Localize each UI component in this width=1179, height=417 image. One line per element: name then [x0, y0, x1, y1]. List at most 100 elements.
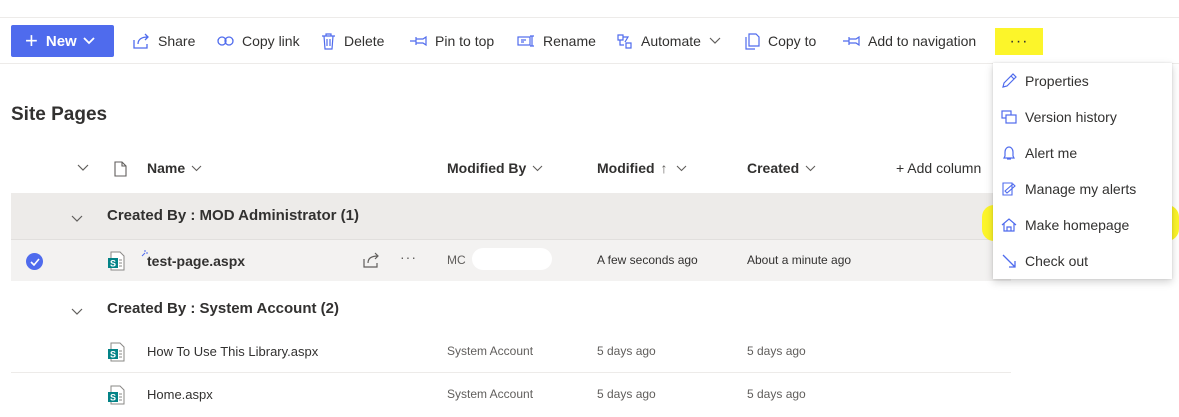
menu-item-label: Alert me [1025, 145, 1078, 161]
group-label: Created By : System Account (2) [107, 300, 340, 317]
column-modified[interactable]: Modified ↑ [597, 160, 687, 176]
column-created-label: Created [747, 160, 800, 176]
pencil-icon [1002, 73, 1017, 88]
add-column-label: + Add column [896, 160, 982, 176]
modified-cell: A few seconds ago [597, 253, 698, 267]
modified-by-cell: MC [447, 253, 466, 267]
link-icon [217, 36, 234, 46]
share-button[interactable]: Share [133, 25, 195, 57]
table-row[interactable]: S How To Use This Library.aspx System Ac… [11, 331, 1011, 373]
share-icon [133, 33, 149, 49]
delete-label: Delete [344, 33, 385, 49]
plus-icon: + [25, 28, 38, 53]
rename-icon [517, 35, 534, 47]
sharepoint-page-icon: S [107, 251, 125, 276]
rename-label: Rename [543, 33, 596, 49]
created-cell: 5 days ago [747, 387, 806, 401]
pin-icon [410, 35, 427, 47]
sharepoint-page-icon: S [107, 342, 125, 367]
share-icon[interactable] [363, 252, 380, 273]
copy-to-button[interactable]: Copy to [745, 25, 816, 57]
chevron-down-icon [532, 165, 543, 171]
menu-item-label: Check out [1025, 253, 1089, 269]
file-name-link[interactable]: test-page.aspx [147, 253, 245, 269]
more-options-button[interactable]: ··· [995, 28, 1043, 55]
add-to-navigation-button[interactable]: Add to navigation [842, 25, 976, 57]
page-title: Site Pages [11, 104, 108, 125]
svg-text:S: S [110, 393, 116, 403]
command-bar: + New Share Copy link Delete Pin to top … [0, 18, 1179, 64]
manage-alerts-icon [1002, 182, 1016, 196]
sort-ascending-icon: ↑ [660, 160, 668, 176]
copy-to-label: Copy to [768, 33, 817, 49]
trash-icon [322, 32, 335, 50]
svg-text:S: S [110, 259, 116, 269]
delete-button[interactable]: Delete [321, 25, 384, 57]
column-name-label: Name [147, 160, 186, 176]
menu-item-properties[interactable]: Properties [993, 63, 1172, 99]
chevron-down-icon [77, 164, 89, 171]
chevron-down-icon [709, 37, 721, 44]
share-label: Share [158, 33, 196, 49]
home-icon [1001, 218, 1017, 232]
more-icon: ··· [1009, 32, 1029, 50]
collapse-all-toggle[interactable] [71, 164, 89, 172]
menu-item-version-history[interactable]: Version history [993, 99, 1172, 135]
sharepoint-page-icon: S [107, 385, 125, 410]
bell-icon [1003, 146, 1015, 160]
column-modified-label: Modified [597, 160, 655, 176]
copy-icon [745, 32, 760, 50]
column-header-row: Name Modified By Modified ↑ Created + Ad… [11, 148, 1011, 190]
chevron-down-icon [71, 210, 83, 228]
modified-cell: 5 days ago [597, 344, 656, 358]
chevron-down-icon [676, 165, 686, 171]
copy-link-label: Copy link [242, 33, 300, 49]
chevron-down-icon [191, 165, 202, 171]
more-options-menu: Properties Version history Alert me Mana… [993, 63, 1172, 279]
flow-icon [617, 33, 632, 49]
pin-icon [843, 35, 860, 47]
column-modified-by-label: Modified By [447, 160, 527, 176]
pin-to-top-button[interactable]: Pin to top [409, 25, 494, 57]
modified-by-cell: System Account [447, 387, 534, 401]
group-label: Created By : MOD Administrator (1) [107, 207, 359, 224]
new-button[interactable]: + New [11, 25, 114, 57]
menu-item-manage-my-alerts[interactable]: Manage my alerts [993, 171, 1172, 207]
checkout-icon [1002, 254, 1016, 268]
table-row[interactable]: S test-page.aspx ··· MC or A few seconds… [11, 239, 1011, 281]
rename-button[interactable]: Rename [517, 25, 596, 57]
svg-text:S: S [110, 350, 116, 360]
file-type-column[interactable] [108, 161, 127, 177]
menu-item-check-out[interactable]: Check out [993, 243, 1172, 279]
file-name-link[interactable]: Home.aspx [147, 387, 213, 402]
checkmark-icon[interactable] [26, 253, 43, 270]
row-more-icon[interactable]: ··· [400, 249, 417, 265]
add-column-button[interactable]: + Add column [896, 160, 981, 176]
automate-button[interactable]: Automate [616, 25, 721, 57]
group-header[interactable]: Created By : System Account (2) [11, 286, 1011, 332]
copy-link-button[interactable]: Copy link [217, 25, 300, 57]
chevron-down-icon [71, 303, 83, 321]
menu-item-label: Version history [1025, 109, 1117, 125]
group-header[interactable]: Created By : MOD Administrator (1) [11, 193, 1011, 239]
table-row[interactable]: S Home.aspx System Account 5 days ago 5 … [11, 374, 1011, 416]
document-icon [114, 161, 127, 177]
column-modified-by[interactable]: Modified By [447, 160, 543, 176]
automate-label: Automate [641, 33, 701, 49]
file-name-link[interactable]: How To Use This Library.aspx [147, 344, 318, 359]
modified-cell: 5 days ago [597, 387, 656, 401]
chevron-down-icon [83, 37, 95, 45]
created-cell: 5 days ago [747, 344, 806, 358]
menu-item-label: Make homepage [1025, 217, 1130, 233]
menu-item-label: Properties [1025, 73, 1089, 89]
menu-item-make-homepage[interactable]: Make homepage [993, 207, 1172, 243]
created-cell: About a minute ago [747, 253, 852, 267]
column-name[interactable]: Name [147, 160, 202, 176]
new-button-label: New [45, 32, 77, 50]
column-created[interactable]: Created [747, 160, 816, 176]
version-history-icon [1001, 110, 1017, 124]
pin-to-top-label: Pin to top [435, 33, 495, 49]
menu-item-alert-me[interactable]: Alert me [993, 135, 1172, 171]
add-to-navigation-label: Add to navigation [868, 33, 977, 49]
modified-by-cell: System Account [447, 344, 534, 358]
